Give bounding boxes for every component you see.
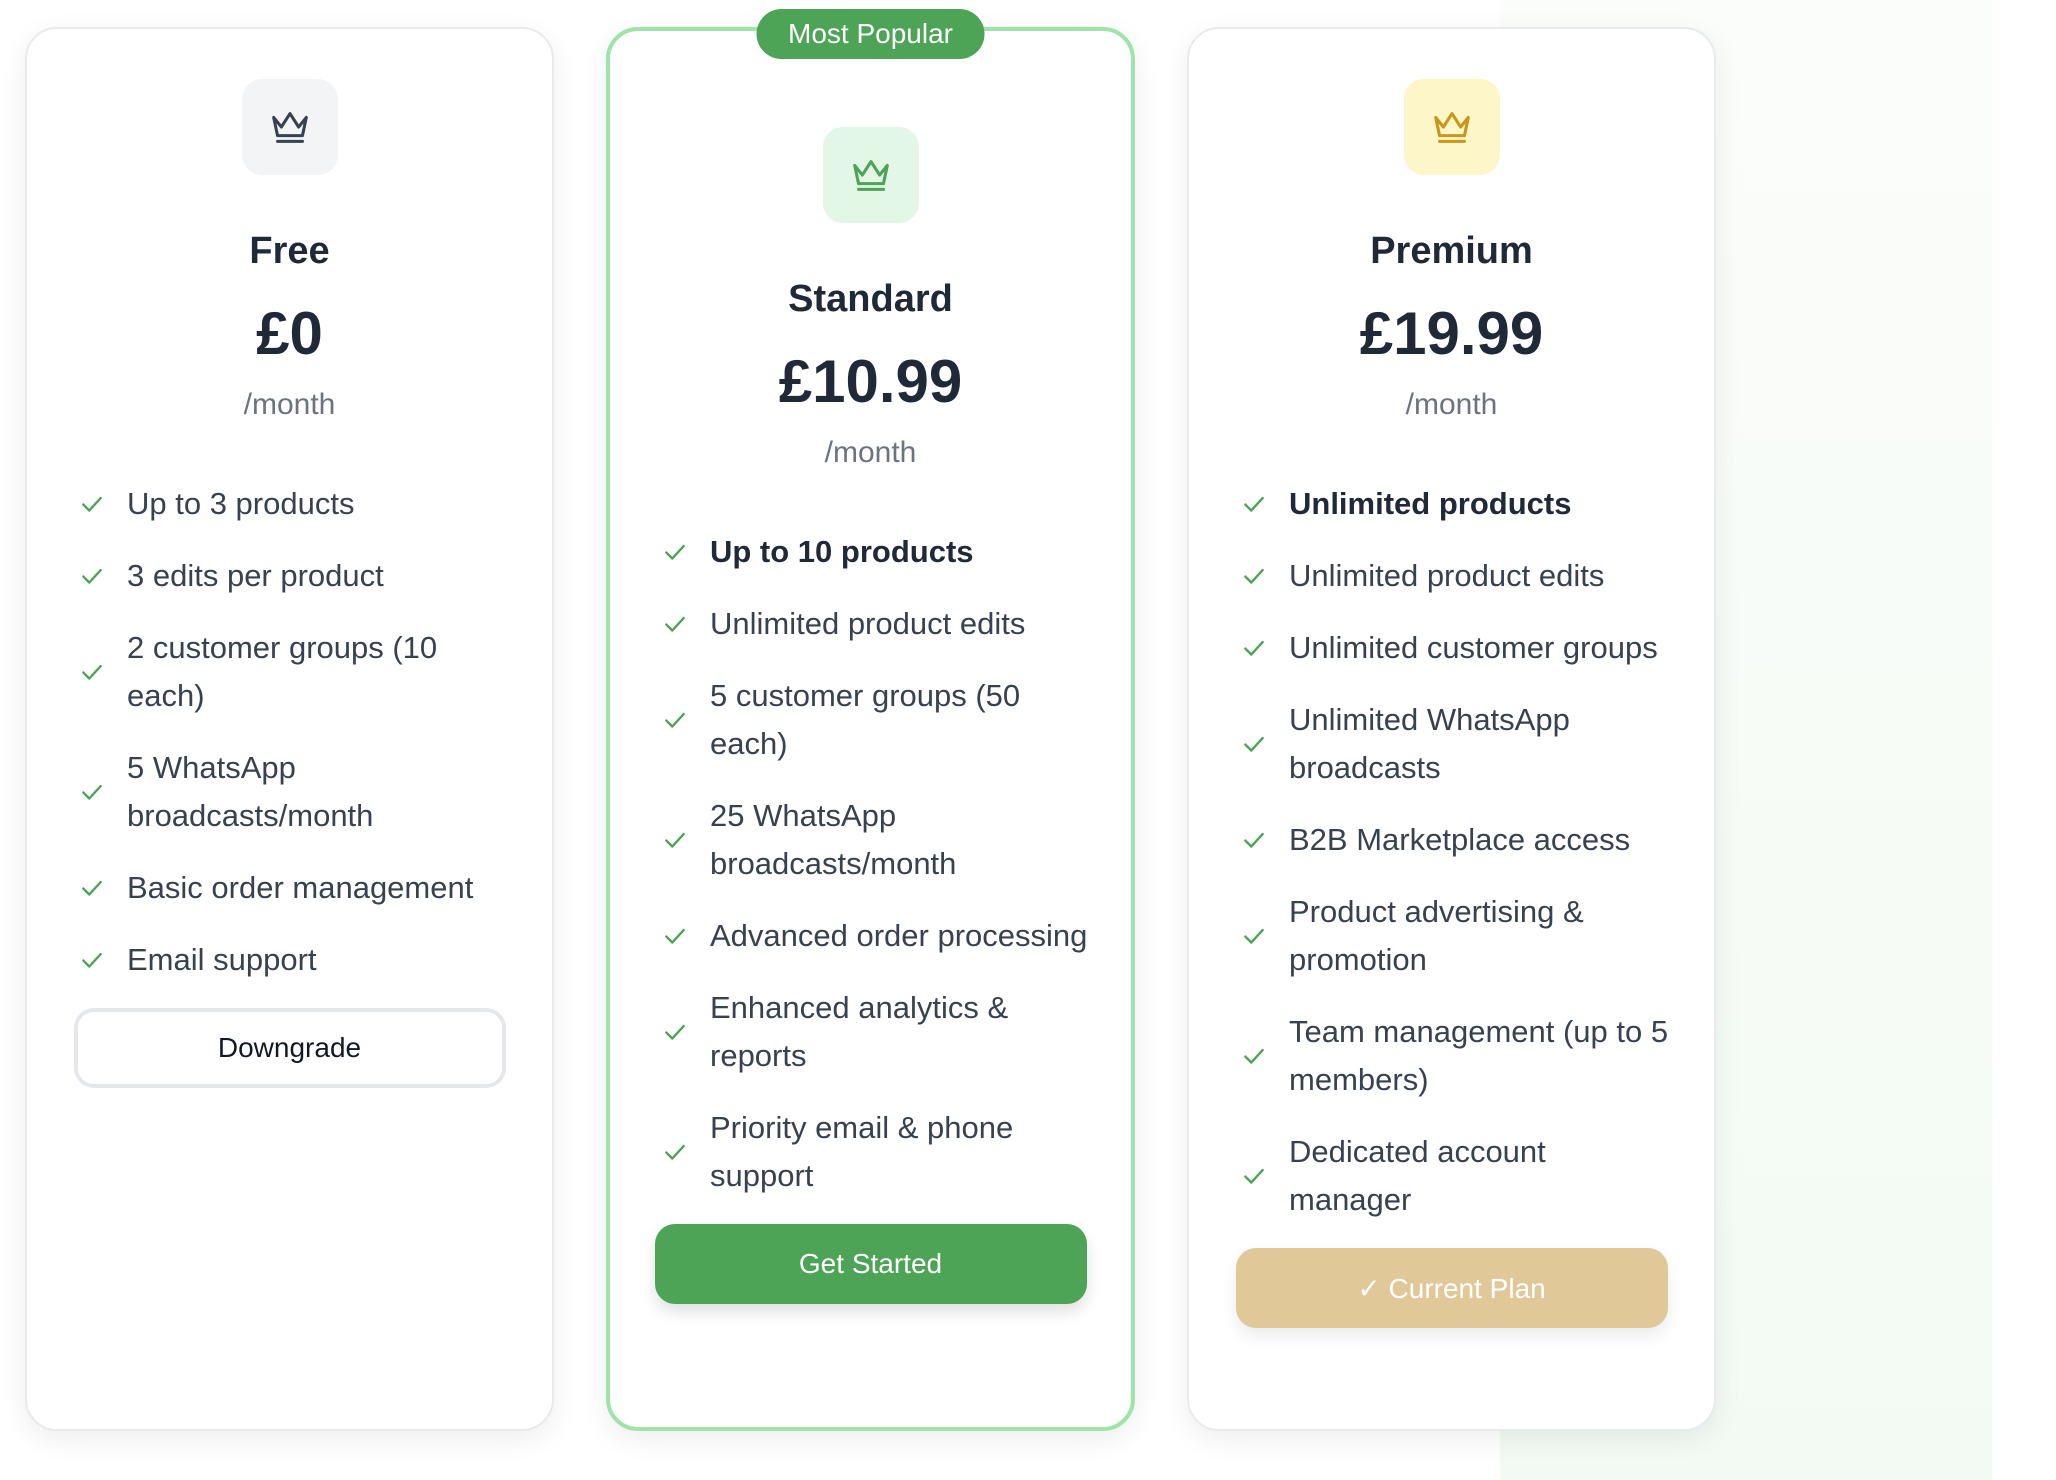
crown-icon bbox=[271, 112, 308, 143]
feature-text: 5 WhatsApp broadcasts/month bbox=[127, 750, 374, 833]
feature-list: Up to 3 products 3 edits per product 2 c… bbox=[27, 480, 552, 984]
check-icon bbox=[660, 825, 690, 855]
feature-text: 3 edits per product bbox=[127, 558, 384, 593]
feature-text: Advanced order processing bbox=[710, 918, 1088, 953]
check-icon bbox=[660, 609, 690, 639]
downgrade-button[interactable]: Downgrade bbox=[73, 1008, 506, 1088]
feature-text: 2 customer groups (10 each) bbox=[127, 630, 438, 713]
check-icon bbox=[77, 777, 107, 807]
feature-item: Unlimited WhatsApp broadcasts bbox=[1189, 696, 1714, 792]
check-icon bbox=[1239, 1041, 1269, 1071]
feature-item: Unlimited products bbox=[1189, 480, 1714, 528]
feature-item: Dedicated account manager bbox=[1189, 1128, 1714, 1224]
feature-item: Unlimited product edits bbox=[1189, 552, 1714, 600]
check-icon bbox=[660, 1137, 690, 1167]
plan-card-free: Free £0 /month Up to 3 products 3 edits … bbox=[25, 27, 554, 1431]
check-icon bbox=[1239, 825, 1269, 855]
feature-item: Unlimited customer groups bbox=[1189, 624, 1714, 672]
get-started-button[interactable]: Get Started bbox=[654, 1224, 1087, 1304]
feature-text: Unlimited products bbox=[1289, 486, 1572, 521]
plan-icon-tile bbox=[1403, 79, 1500, 175]
feature-list: Unlimited products Unlimited product edi… bbox=[1189, 480, 1714, 1224]
check-icon bbox=[660, 921, 690, 951]
plan-card-standard: Most Popular Standard £10.99 /month Up t… bbox=[606, 9, 1135, 1431]
feature-item: Priority email & phone support bbox=[610, 1104, 1131, 1200]
plan-price: £0 bbox=[256, 300, 323, 367]
plan-card-premium: Premium £19.99 /month Unlimited products… bbox=[1187, 27, 1716, 1431]
check-icon bbox=[77, 561, 107, 591]
plan-icon-tile bbox=[822, 127, 919, 223]
check-icon bbox=[1239, 489, 1269, 519]
plan-period: /month bbox=[243, 388, 336, 421]
plan-period: /month bbox=[824, 436, 917, 469]
feature-text: Priority email & phone support bbox=[710, 1110, 1014, 1193]
plan-name: Premium bbox=[1370, 230, 1533, 272]
feature-text: Basic order management bbox=[127, 870, 474, 905]
feature-text: B2B Marketplace access bbox=[1289, 822, 1631, 857]
feature-text: Product advertising & promotion bbox=[1289, 894, 1584, 977]
plan-price: £19.99 bbox=[1359, 300, 1544, 367]
plan-price: £10.99 bbox=[778, 348, 963, 415]
feature-item: Up to 3 products bbox=[27, 480, 552, 528]
feature-text: Enhanced analytics & reports bbox=[710, 990, 1009, 1073]
check-icon bbox=[1239, 729, 1269, 759]
feature-text: Up to 3 products bbox=[127, 486, 355, 521]
plan-icon-tile bbox=[241, 79, 338, 175]
right-edge-strip bbox=[1992, 0, 2056, 1480]
feature-item: Email support bbox=[27, 936, 552, 984]
feature-item: B2B Marketplace access bbox=[1189, 816, 1714, 864]
check-icon bbox=[77, 489, 107, 519]
check-icon bbox=[77, 657, 107, 687]
plan-period: /month bbox=[1405, 388, 1498, 421]
feature-item: 5 WhatsApp broadcasts/month bbox=[27, 744, 552, 840]
feature-item: 2 customer groups (10 each) bbox=[27, 624, 552, 720]
feature-text: Dedicated account manager bbox=[1289, 1134, 1546, 1217]
feature-item: Enhanced analytics & reports bbox=[610, 984, 1131, 1080]
plan-name: Free bbox=[249, 230, 330, 272]
check-icon bbox=[660, 705, 690, 735]
current-plan-button[interactable]: ✓ Current Plan bbox=[1235, 1248, 1668, 1328]
feature-list: Up to 10 products Unlimited product edit… bbox=[610, 528, 1131, 1200]
feature-text: 25 WhatsApp broadcasts/month bbox=[710, 798, 957, 881]
check-icon bbox=[77, 945, 107, 975]
feature-text: Unlimited product edits bbox=[710, 606, 1026, 641]
feature-text: 5 customer groups (50 each) bbox=[710, 678, 1021, 761]
feature-text: Up to 10 products bbox=[710, 534, 974, 569]
crown-icon bbox=[1433, 112, 1470, 143]
check-icon bbox=[660, 1017, 690, 1047]
feature-item: Product advertising & promotion bbox=[1189, 888, 1714, 984]
feature-item: Advanced order processing bbox=[610, 912, 1131, 960]
feature-item: 5 customer groups (50 each) bbox=[610, 672, 1131, 768]
crown-icon bbox=[852, 160, 889, 191]
check-icon bbox=[1239, 633, 1269, 663]
plan-name: Standard bbox=[788, 278, 953, 320]
most-popular-badge: Most Popular bbox=[756, 9, 985, 59]
check-icon bbox=[1239, 561, 1269, 591]
feature-text: Unlimited product edits bbox=[1289, 558, 1605, 593]
feature-text: Unlimited customer groups bbox=[1289, 630, 1658, 665]
feature-item: Team management (up to 5 members) bbox=[1189, 1008, 1714, 1104]
feature-text: Team management (up to 5 members) bbox=[1289, 1014, 1669, 1097]
check-icon bbox=[77, 873, 107, 903]
check-icon bbox=[1239, 1161, 1269, 1191]
feature-item: Up to 10 products bbox=[610, 528, 1131, 576]
feature-text: Unlimited WhatsApp broadcasts bbox=[1289, 702, 1570, 785]
check-icon bbox=[660, 537, 690, 567]
feature-text: Email support bbox=[127, 942, 317, 977]
check-icon bbox=[1239, 921, 1269, 951]
feature-item: 3 edits per product bbox=[27, 552, 552, 600]
feature-item: Unlimited product edits bbox=[610, 600, 1131, 648]
feature-item: 25 WhatsApp broadcasts/month bbox=[610, 792, 1131, 888]
feature-item: Basic order management bbox=[27, 864, 552, 912]
